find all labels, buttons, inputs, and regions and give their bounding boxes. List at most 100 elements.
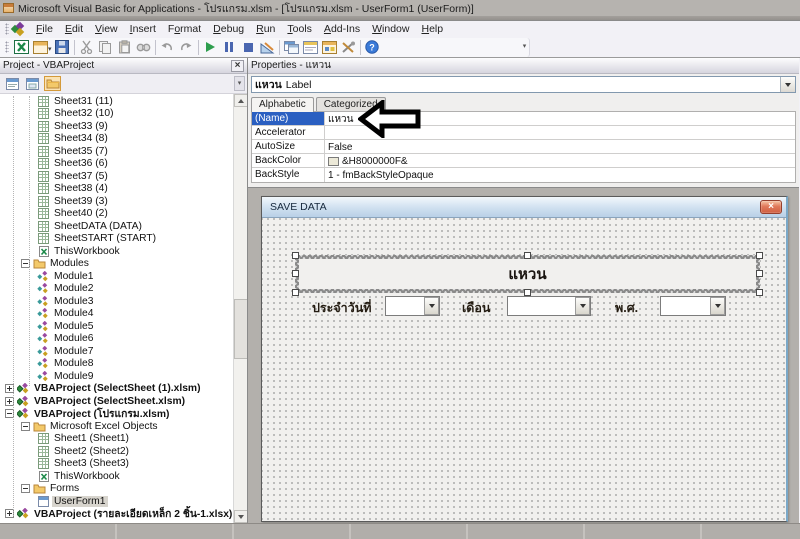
- help-icon[interactable]: ?: [363, 39, 382, 56]
- menu-item-edit[interactable]: Edit: [59, 22, 89, 36]
- combobox-control[interactable]: [660, 296, 726, 316]
- property-row[interactable]: BackStyle1 - fmBackStyleOpaque: [252, 168, 795, 182]
- tree-item[interactable]: Module9: [0, 370, 233, 383]
- undo-icon[interactable]: [158, 39, 177, 56]
- tree-item[interactable]: VBAProject (SelectSheet (1).xlsm): [0, 383, 233, 396]
- scroll-up-icon[interactable]: [234, 94, 247, 107]
- chevron-down-icon[interactable]: [575, 297, 590, 315]
- resize-handle[interactable]: [292, 289, 299, 296]
- resize-handle[interactable]: [524, 289, 531, 296]
- resize-handle[interactable]: [292, 252, 299, 259]
- menu-item-insert[interactable]: Insert: [124, 22, 162, 36]
- tree-item[interactable]: Sheet31 (11): [0, 95, 233, 108]
- menu-item-window[interactable]: Window: [366, 22, 415, 36]
- tree-item[interactable]: VBAProject (โปรแกรม.xlsm): [0, 408, 233, 421]
- chevron-down-icon[interactable]: [710, 297, 725, 315]
- toggle-folders-icon[interactable]: [44, 76, 61, 91]
- tree-item[interactable]: Sheet34 (8): [0, 133, 233, 146]
- resize-handle[interactable]: [756, 252, 763, 259]
- tree-item[interactable]: Sheet3 (Sheet3): [0, 458, 233, 471]
- field-label[interactable]: เดือน: [462, 298, 490, 318]
- tree-item[interactable]: Sheet33 (9): [0, 120, 233, 133]
- find-icon[interactable]: [134, 39, 153, 56]
- save-icon[interactable]: [53, 39, 72, 56]
- tree-item[interactable]: Forms: [0, 483, 233, 496]
- view-object-icon[interactable]: [24, 76, 41, 91]
- tree-item[interactable]: Sheet1 (Sheet1): [0, 433, 233, 446]
- redo-icon[interactable]: [177, 39, 196, 56]
- tree-item[interactable]: Module1: [0, 270, 233, 283]
- menu-item-tools[interactable]: Tools: [281, 22, 318, 36]
- scrollbar-thumb[interactable]: [234, 299, 247, 359]
- copy-icon[interactable]: [96, 39, 115, 56]
- combobox-control[interactable]: [507, 296, 591, 316]
- tree-item[interactable]: Sheet40 (2): [0, 208, 233, 221]
- paste-icon[interactable]: [115, 39, 134, 56]
- menu-item-file[interactable]: File: [30, 22, 59, 36]
- toolbox-icon[interactable]: [339, 39, 358, 56]
- object-selector-combobox[interactable]: แหวน Label: [251, 76, 796, 93]
- tree-item[interactable]: Sheet2 (Sheet2): [0, 445, 233, 458]
- resize-handle[interactable]: [756, 270, 763, 277]
- resize-handle[interactable]: [292, 270, 299, 277]
- tree-item[interactable]: Sheet35 (7): [0, 145, 233, 158]
- property-value[interactable]: 1 - fmBackStyleOpaque: [325, 168, 795, 182]
- tree-item[interactable]: ThisWorkbook: [0, 470, 233, 483]
- tree-item[interactable]: SheetDATA (DATA): [0, 220, 233, 233]
- selected-label-control[interactable]: แหวน: [295, 255, 760, 293]
- tree-item[interactable]: ThisWorkbook: [0, 245, 233, 258]
- property-row[interactable]: BackColor&H8000000F&: [252, 154, 795, 168]
- resize-handle[interactable]: [756, 289, 763, 296]
- menu-item-help[interactable]: Help: [415, 22, 449, 36]
- property-row[interactable]: AutoSizeFalse: [252, 140, 795, 154]
- tree-item[interactable]: Module5: [0, 320, 233, 333]
- menu-item-add-ins[interactable]: Add-Ins: [318, 22, 366, 36]
- property-row[interactable]: Accelerator: [252, 126, 795, 140]
- menubar-grip[interactable]: [5, 23, 9, 35]
- chevron-down-icon[interactable]: [780, 77, 795, 92]
- tree-item[interactable]: Module6: [0, 333, 233, 346]
- cut-icon[interactable]: [77, 39, 96, 56]
- tab-alphabetic[interactable]: Alphabetic: [251, 97, 314, 112]
- object-browser-icon[interactable]: [320, 39, 339, 56]
- toolbar-grip[interactable]: [5, 41, 9, 53]
- collapse-icon[interactable]: [21, 484, 30, 493]
- menu-item-run[interactable]: Run: [250, 22, 281, 36]
- tree-item[interactable]: Sheet39 (3): [0, 195, 233, 208]
- tree-item[interactable]: Sheet32 (10): [0, 108, 233, 121]
- scroll-down-icon[interactable]: [234, 510, 247, 523]
- insert-userform-icon[interactable]: [31, 39, 50, 56]
- close-icon[interactable]: ×: [231, 60, 244, 72]
- tree-item[interactable]: Module2: [0, 283, 233, 296]
- tree-item[interactable]: Module7: [0, 345, 233, 358]
- properties-window-icon[interactable]: [301, 39, 320, 56]
- tree-item[interactable]: VBAProject (รายละเอียดเหล็ก 2 ชิ้น-1.xls…: [0, 508, 233, 521]
- tree-item[interactable]: Sheet38 (4): [0, 183, 233, 196]
- tree-item[interactable]: SheetSTART (START): [0, 233, 233, 246]
- chevron-down-icon[interactable]: [424, 297, 439, 315]
- menu-item-view[interactable]: View: [89, 22, 124, 36]
- label-control-text[interactable]: แหวน: [299, 259, 756, 289]
- break-icon[interactable]: [220, 39, 239, 56]
- combobox-control[interactable]: [385, 296, 440, 316]
- collapse-icon[interactable]: [21, 422, 30, 431]
- tree-item[interactable]: Sheet36 (6): [0, 158, 233, 171]
- project-explorer-icon[interactable]: [282, 39, 301, 56]
- userform-close-icon[interactable]: ×: [760, 200, 782, 214]
- project-tree-scrollbar[interactable]: [233, 94, 247, 539]
- userform-window[interactable]: SAVE DATA × แหวน: [261, 196, 788, 522]
- userform-body[interactable]: แหวน ประจำวันที่เดือนพ.ศ.: [262, 218, 786, 521]
- tree-item[interactable]: Module4: [0, 308, 233, 321]
- resize-handle[interactable]: [524, 252, 531, 259]
- run-icon[interactable]: [201, 39, 220, 56]
- property-value[interactable]: &H8000000F&: [325, 154, 795, 167]
- tree-item[interactable]: Microsoft Excel Objects: [0, 420, 233, 433]
- reset-icon[interactable]: [239, 39, 258, 56]
- toolbar-overflow-icon[interactable]: [520, 40, 529, 54]
- menu-item-format[interactable]: Format: [162, 22, 207, 36]
- view-excel-icon[interactable]: [12, 39, 31, 56]
- tree-item[interactable]: Sheet37 (5): [0, 170, 233, 183]
- property-value[interactable]: False: [325, 140, 795, 153]
- design-mode-icon[interactable]: [258, 39, 277, 56]
- field-label[interactable]: ประจำวันที่: [312, 298, 372, 318]
